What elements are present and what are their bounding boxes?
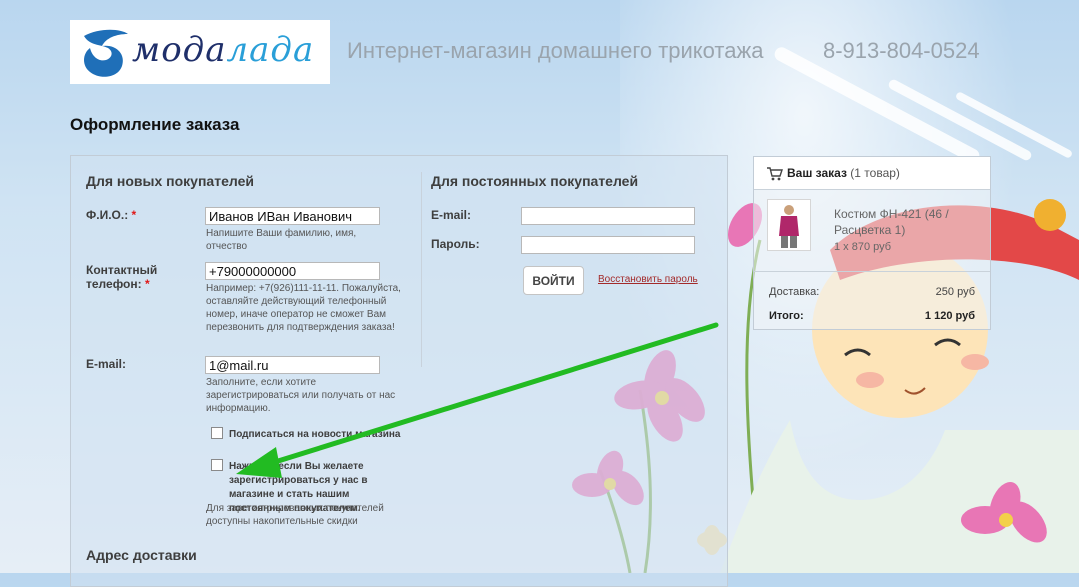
logo[interactable]: модалада <box>70 20 330 84</box>
total-label: Итого: <box>769 310 804 322</box>
login-email-input[interactable] <box>521 207 695 225</box>
phone-hint: Например: +7(926)111-11-11. Пожалуйста, … <box>206 283 401 333</box>
page-title: Оформление заказа <box>70 115 240 134</box>
cart-item-qty: 1 х 870 руб <box>834 241 892 253</box>
cart-icon <box>767 167 783 181</box>
phone-label: Контактный телефон: * <box>86 263 158 291</box>
login-password-input[interactable] <box>521 236 695 254</box>
fio-label: Ф.И.О.: * <box>86 208 137 222</box>
login-button[interactable]: ВОЙТИ <box>523 266 584 295</box>
login-email-label: E-mail: <box>431 208 472 222</box>
email-label: E-mail: <box>86 357 127 371</box>
phone-input[interactable] <box>205 262 380 280</box>
column-divider <box>421 172 422 367</box>
email-input[interactable] <box>205 356 380 374</box>
delivery-address-title: Адрес доставки <box>86 547 197 563</box>
cart-item-name[interactable]: Костюм ФН-421 (46 / Расцветка 1) <box>834 206 984 238</box>
required-mark: * <box>131 208 137 222</box>
cart-title: Ваш заказ (1 товар) <box>787 166 900 180</box>
restore-password-link[interactable]: Восстановить пароль <box>598 274 698 285</box>
fio-hint: Напишите Ваши фамилию, имя, отчество <box>206 228 357 252</box>
header-phone: 8-913-804-0524 <box>823 38 980 63</box>
total-value: 1 120 руб <box>924 310 975 322</box>
login-password-label: Пароль: <box>431 237 480 251</box>
delivery-value: 250 руб <box>935 286 975 298</box>
subscribe-checkbox[interactable] <box>211 427 223 439</box>
site-tagline: Интернет-магазин домашнего трикотажа <box>347 38 764 63</box>
new-customers-title: Для новых покупателей <box>86 173 254 189</box>
delivery-label: Доставка: <box>769 286 820 298</box>
register-note: Для зарегистрированных покупателей досту… <box>206 503 384 527</box>
required-mark: * <box>144 277 150 291</box>
email-hint: Заполните, если хотите зарегистрироватьс… <box>206 377 396 414</box>
cart-header[interactable]: Ваш заказ (1 товар) <box>754 157 990 190</box>
logo-wordmark: модалада <box>132 30 315 70</box>
cart-divider <box>754 271 990 272</box>
register-checkbox[interactable] <box>211 459 223 471</box>
subscribe-label: Подписаться на новости магазина <box>229 429 401 440</box>
logo-mark-icon <box>84 29 128 77</box>
returning-customers-title: Для постоянных покупателей <box>431 173 639 189</box>
product-thumbnail[interactable] <box>767 199 811 251</box>
cart-summary: Ваш заказ (1 товар) Костюм ФН-421 (46 / … <box>753 156 991 330</box>
fio-input[interactable] <box>205 207 380 225</box>
